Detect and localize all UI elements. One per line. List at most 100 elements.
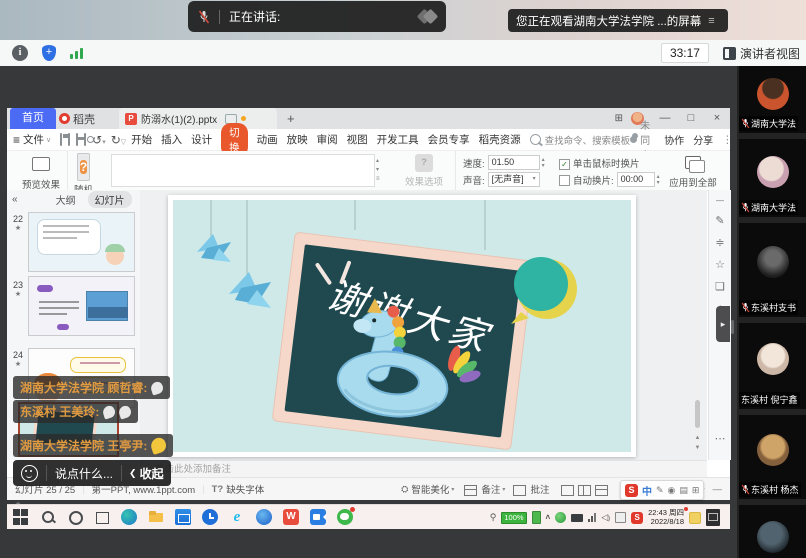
tab-document[interactable]: P 防溺水(1)(2).pptx <box>119 108 277 129</box>
participant-tile[interactable]: 东溪村 倪宁鑫 <box>739 323 806 409</box>
wifi-icon[interactable] <box>588 513 596 522</box>
menu-item-slideshow[interactable]: 放映 <box>287 132 308 147</box>
transition-gallery[interactable] <box>111 154 375 187</box>
settings-sliders-icon[interactable]: ≑ <box>709 236 731 249</box>
participant-tile[interactable]: 东溪村 杨杰 <box>739 415 806 499</box>
sidebar-scrollbar[interactable] <box>731 320 734 334</box>
speed-stepper[interactable]: ▴▾ <box>542 157 545 169</box>
notes-bar[interactable]: 单击此处添加备注 <box>140 460 707 478</box>
edge-browser-icon[interactable] <box>121 509 137 525</box>
system-clock[interactable]: 22:43 周四2022/8/18 <box>648 509 684 526</box>
auto-advance-stepper[interactable]: ▴▾ <box>657 174 660 186</box>
sorter-view-icon[interactable] <box>578 485 591 496</box>
menu-item-docer-res[interactable]: 稻壳资源 <box>479 132 521 147</box>
meeting-app-icon[interactable] <box>310 509 326 525</box>
sound-select[interactable]: [无声音]▾ <box>488 172 540 187</box>
chat-input-placeholder[interactable]: 说点什么... <box>55 465 113 482</box>
show-desktop-button[interactable] <box>706 509 720 526</box>
speed-input[interactable]: 01.50 <box>488 155 540 170</box>
menu-item-review[interactable]: 审阅 <box>317 132 338 147</box>
network-signal-icon[interactable] <box>70 47 85 59</box>
sogou-tray-icon[interactable]: S <box>631 512 643 524</box>
reading-view-icon[interactable] <box>595 485 608 496</box>
advance-on-click[interactable]: ✓ 单击鼠标时换片 <box>559 156 640 170</box>
style-brush-icon[interactable]: ✎ <box>709 214 731 227</box>
voice-input-icon[interactable]: ◉ <box>668 485 676 496</box>
apply-to-all-button[interactable]: 应用到全部 <box>667 154 719 189</box>
participant-tile[interactable]: 东溪村支书 <box>739 223 806 317</box>
normal-view-icon[interactable] <box>561 485 574 496</box>
preview-effect-button[interactable]: 预览效果 <box>17 154 65 191</box>
prev-slide-arrow-icon[interactable]: ▲ <box>694 435 701 441</box>
print-icon[interactable] <box>76 133 78 146</box>
panel-collapse-dash-icon[interactable]: — <box>709 196 731 205</box>
canvas-scrollbar[interactable]: ▲ ▼ <box>694 197 701 452</box>
participant-tile[interactable] <box>739 505 806 558</box>
wps-app-icon[interactable]: W <box>283 509 299 525</box>
smart-beautify-button[interactable]: ⛭ 智能美化 ▾ <box>401 482 454 496</box>
handwriting-pen-icon[interactable]: ✎ <box>656 485 664 496</box>
layout-panes-icon[interactable]: ❏ <box>709 280 731 293</box>
tab-slides[interactable]: 幻灯片 <box>88 191 132 208</box>
share-button[interactable]: 分享 <box>693 132 713 147</box>
next-slide-arrow-icon[interactable]: ▼ <box>694 445 701 451</box>
zoom-out-icon[interactable]: — <box>713 484 723 495</box>
info-icon[interactable]: i <box>12 45 28 61</box>
soft-keyboard-icon[interactable]: ▤ <box>679 485 688 496</box>
menu-item-start[interactable]: 开始 <box>131 132 152 147</box>
mail-app-icon[interactable] <box>175 509 191 525</box>
task-view-icon[interactable] <box>94 509 110 525</box>
participant-tile[interactable]: 湖南大学法 <box>739 66 806 133</box>
menu-item-view[interactable]: 视图 <box>347 132 368 147</box>
tab-outline[interactable]: 大纲 <box>56 192 76 207</box>
cortana-icon[interactable] <box>67 509 83 525</box>
more-tools-icon[interactable]: ⋯ <box>709 432 731 445</box>
comments-button[interactable]: 批注 <box>513 482 549 496</box>
ime-toolbox-icon[interactable]: ⊞ <box>692 485 700 496</box>
clock-app-icon[interactable] <box>202 509 218 525</box>
menu-item-design[interactable]: 设计 <box>191 132 212 147</box>
notification-center-icon[interactable] <box>689 512 701 524</box>
menu-item-member[interactable]: 会员专享 <box>428 132 470 147</box>
sogou-logo-icon[interactable]: S <box>625 484 638 497</box>
slide-thumbnail-23[interactable] <box>28 276 135 336</box>
tray-expand-icon[interactable]: ˄ <box>546 513 551 522</box>
command-search[interactable]: 查找命令、搜索模板 <box>530 133 631 147</box>
plug-power-icon[interactable]: ⚲ <box>490 512 497 523</box>
more-menu-icon[interactable]: ⋮ <box>722 134 733 146</box>
wechat-icon[interactable] <box>337 509 353 525</box>
notes-button[interactable]: 备注▾ <box>464 482 505 496</box>
file-menu[interactable]: ≡文件∨ <box>13 132 51 147</box>
tray-app-icon[interactable] <box>571 514 583 522</box>
tab-docer[interactable]: 稻壳 <box>59 108 95 129</box>
collaborate-button[interactable]: 协作 <box>664 132 684 147</box>
scrollbar-thumb[interactable] <box>695 400 700 428</box>
auto-advance-time[interactable]: 00:00 <box>617 172 655 187</box>
missing-font-label[interactable]: 缺失字体 <box>226 482 264 496</box>
effects-star-icon[interactable]: ☆ <box>709 258 731 271</box>
emoji-smiley-icon[interactable] <box>21 465 38 482</box>
current-slide[interactable]: 谢谢大家 <box>168 195 636 457</box>
presenter-view-button[interactable]: 演讲者视图 <box>723 45 800 62</box>
panel-collapse-button[interactable]: « <box>12 194 18 205</box>
layout-grid-icon[interactable]: ⊞ <box>615 113 623 124</box>
ie-browser-icon[interactable]: e <box>229 509 245 525</box>
file-explorer-icon[interactable] <box>148 509 164 525</box>
participant-tile[interactable]: 湖南大学法 <box>739 139 806 217</box>
undo-icon[interactable]: ↺▾ <box>92 133 106 147</box>
chat-input-bar[interactable]: 说点什么... ❮ 收起 <box>13 460 171 486</box>
tab-home[interactable]: 首页 <box>10 108 56 129</box>
language-flag-icon[interactable] <box>615 512 626 523</box>
volume-icon[interactable]: ◁) <box>601 512 610 523</box>
browser-2345-icon[interactable] <box>256 509 272 525</box>
menu-item-devtools[interactable]: 开发工具 <box>377 132 419 147</box>
close-button[interactable]: × <box>704 108 730 129</box>
banner-menu-icon[interactable]: ≡ <box>708 15 714 27</box>
slide-thumbnail-22[interactable] <box>28 212 135 272</box>
gallery-scroll-buttons[interactable]: ▴▾≡ <box>376 155 380 185</box>
redo-icon[interactable]: ↻▽ <box>111 133 126 147</box>
new-tab-button[interactable]: + <box>287 108 295 129</box>
collapse-chat-button[interactable]: ❮ 收起 <box>129 465 164 482</box>
save-icon[interactable] <box>60 133 62 146</box>
export-icon[interactable] <box>68 133 70 146</box>
